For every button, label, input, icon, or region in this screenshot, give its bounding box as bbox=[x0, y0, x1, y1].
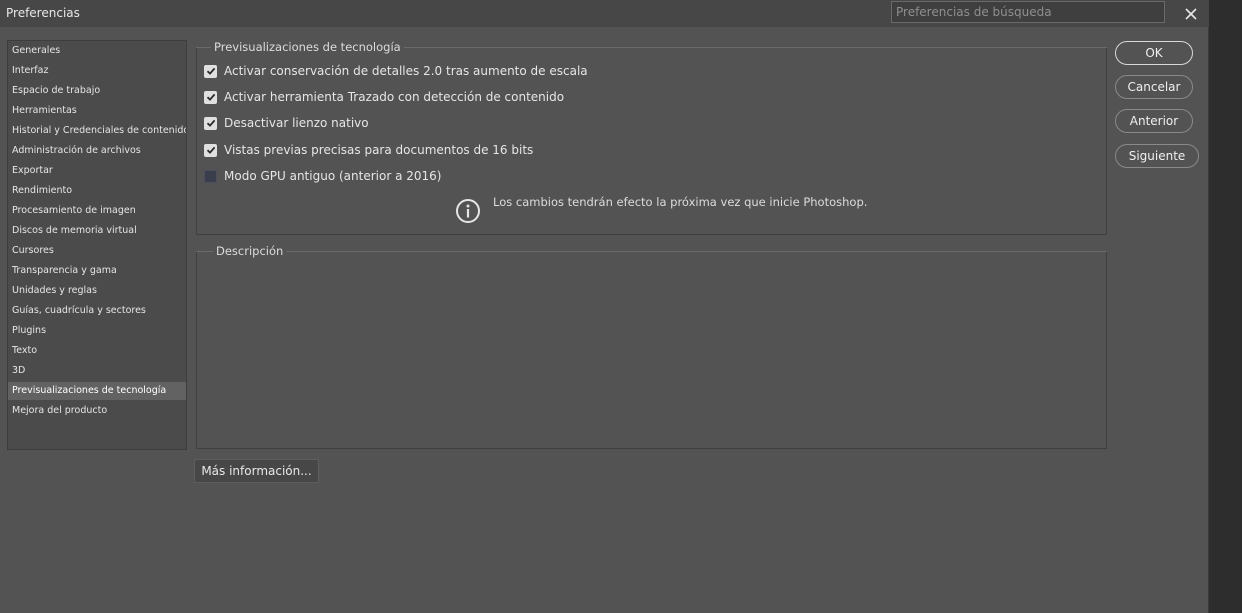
sidebar-item-mejora-producto[interactable]: Mejora del producto bbox=[8, 402, 186, 420]
sidebar-item-discos-memoria[interactable]: Discos de memoria virtual bbox=[8, 222, 186, 240]
check-icon bbox=[206, 67, 215, 75]
check-icon bbox=[206, 146, 215, 154]
sidebar-item-procesamiento-imagen[interactable]: Procesamiento de imagen bbox=[8, 202, 186, 220]
restart-notice: Los cambios tendrán efecto la próxima ve… bbox=[493, 195, 868, 209]
sidebar-item-3d[interactable]: 3D bbox=[8, 362, 186, 380]
sidebar-item-administracion-archivos[interactable]: Administración de archivos bbox=[8, 142, 186, 160]
option-label: Activar herramienta Trazado con detecció… bbox=[224, 90, 565, 104]
sidebar-item-guias[interactable]: Guías, cuadrícula y sectores bbox=[8, 302, 186, 320]
background-area bbox=[1209, 0, 1242, 613]
title-bar: Preferencias bbox=[0, 0, 1209, 27]
description-group-border bbox=[196, 251, 1107, 252]
previous-button[interactable]: Anterior bbox=[1115, 109, 1193, 133]
check-icon bbox=[206, 93, 215, 101]
search-input[interactable] bbox=[891, 1, 1165, 23]
checkbox-checked[interactable] bbox=[204, 116, 217, 130]
sidebar-item-espacio-de-trabajo[interactable]: Espacio de trabajo bbox=[8, 82, 186, 100]
sidebar-item-transparencia[interactable]: Transparencia y gama bbox=[8, 262, 186, 280]
option-vistas-16-bits[interactable]: Vistas previas precisas para documentos … bbox=[204, 140, 533, 160]
option-label: Activar conservación de detalles 2.0 tra… bbox=[224, 64, 588, 78]
option-label: Modo GPU antiguo (anterior a 2016) bbox=[224, 169, 442, 183]
option-trazado-deteccion[interactable]: Activar herramienta Trazado con detecció… bbox=[204, 87, 564, 107]
checkbox-checked[interactable] bbox=[204, 90, 217, 104]
info-icon bbox=[456, 199, 480, 223]
option-label: Vistas previas precisas para documentos … bbox=[224, 143, 534, 157]
next-button[interactable]: Siguiente bbox=[1115, 144, 1199, 168]
option-detalles-2[interactable]: Activar conservación de detalles 2.0 tra… bbox=[204, 61, 588, 81]
window-title: Preferencias bbox=[6, 6, 80, 20]
checkbox-checked[interactable] bbox=[204, 143, 217, 157]
tech-previews-legend: Previsualizaciones de tecnología bbox=[211, 40, 404, 54]
sidebar-item-historial[interactable]: Historial y Credenciales de contenido bbox=[8, 122, 186, 140]
sidebar-item-unidades[interactable]: Unidades y reglas bbox=[8, 282, 186, 300]
option-gpu-antiguo[interactable]: Modo GPU antiguo (anterior a 2016) bbox=[204, 166, 441, 186]
checkbox-unchecked[interactable] bbox=[204, 169, 217, 183]
sidebar-item-generales[interactable]: Generales bbox=[8, 42, 186, 60]
sidebar-item-plugins[interactable]: Plugins bbox=[8, 322, 186, 340]
category-list: Generales Interfaz Espacio de trabajo He… bbox=[7, 40, 187, 450]
check-icon bbox=[206, 119, 215, 127]
ok-button[interactable]: OK bbox=[1115, 41, 1193, 65]
close-button[interactable] bbox=[1180, 3, 1202, 25]
sidebar-item-rendimiento[interactable]: Rendimiento bbox=[8, 182, 186, 200]
option-label: Desactivar lienzo nativo bbox=[224, 116, 369, 130]
sidebar-item-interfaz[interactable]: Interfaz bbox=[8, 62, 186, 80]
preferences-dialog: Preferencias Generales Interfaz Espacio … bbox=[0, 0, 1209, 613]
more-info-button[interactable]: Más información... bbox=[194, 459, 319, 483]
option-lienzo-nativo[interactable]: Desactivar lienzo nativo bbox=[204, 113, 369, 133]
sidebar-item-texto[interactable]: Texto bbox=[8, 342, 186, 360]
cancel-button[interactable]: Cancelar bbox=[1115, 75, 1193, 99]
description-legend: Descripción bbox=[213, 244, 287, 258]
description-group bbox=[196, 251, 1107, 449]
sidebar-item-exportar[interactable]: Exportar bbox=[8, 162, 186, 180]
checkbox-checked[interactable] bbox=[204, 64, 217, 78]
sidebar-item-cursores[interactable]: Cursores bbox=[8, 242, 186, 260]
close-icon bbox=[1185, 8, 1197, 20]
sidebar-item-herramientas[interactable]: Herramientas bbox=[8, 102, 186, 120]
sidebar-item-previsualizaciones[interactable]: Previsualizaciones de tecnología bbox=[8, 382, 186, 400]
